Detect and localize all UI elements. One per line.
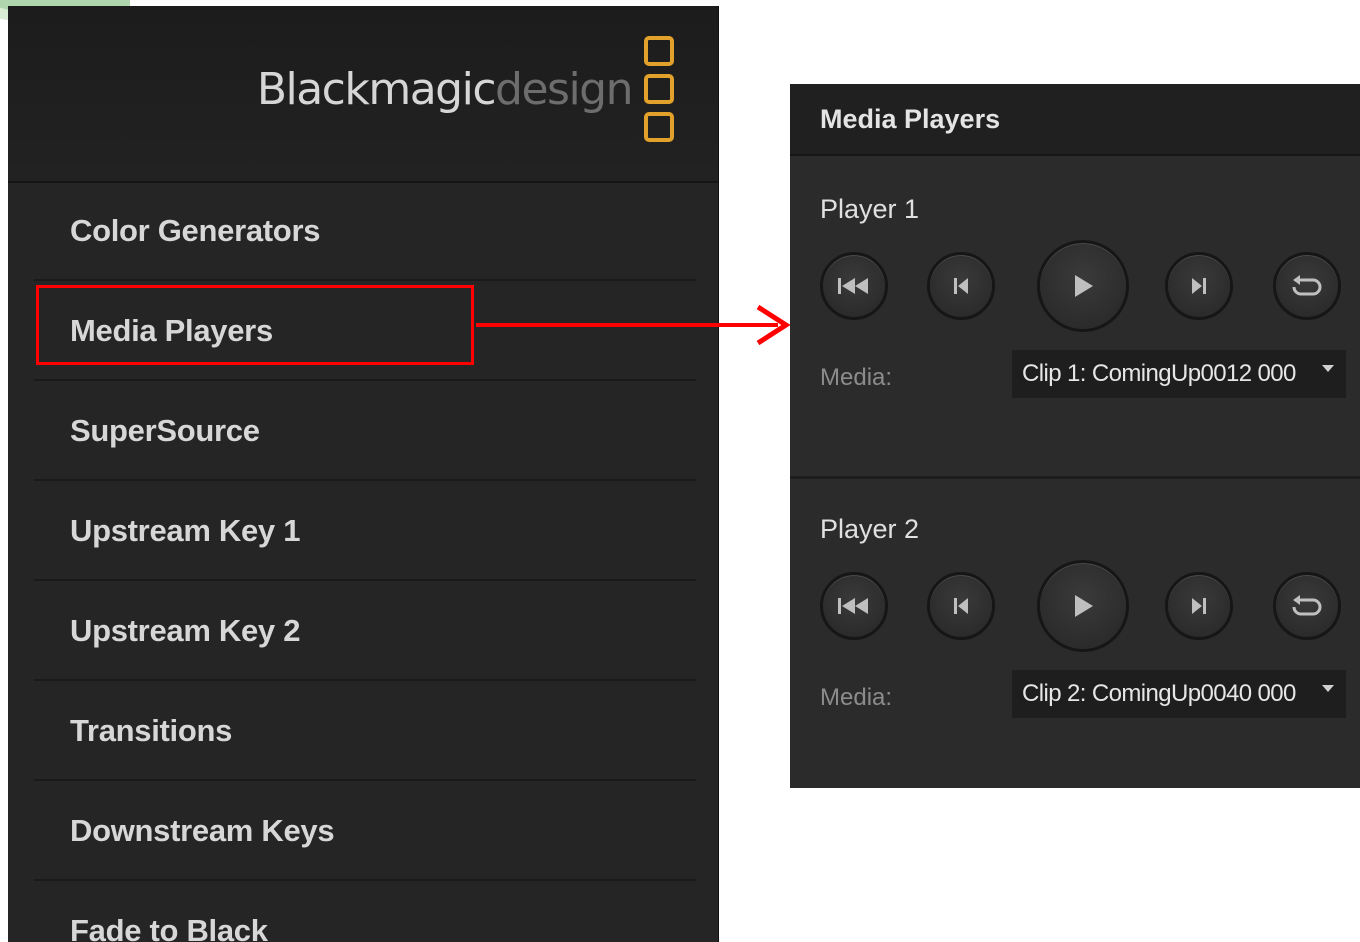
menu-item-upstream-key-2[interactable]: Upstream Key 2 xyxy=(34,581,696,681)
highlight-box xyxy=(36,285,474,365)
menu-item-downstream-keys[interactable]: Downstream Keys xyxy=(34,781,696,881)
menu-item-label: Upstream Key 1 xyxy=(70,513,301,548)
media-dropdown[interactable]: Clip 1: ComingUp0012 000 xyxy=(1012,350,1346,398)
previous-frame-button[interactable] xyxy=(927,252,995,320)
menu-item-label: Fade to Black xyxy=(70,913,268,942)
menu-item-label: Downstream Keys xyxy=(70,813,335,848)
media-selected-value: Clip 2: ComingUp0040 000 xyxy=(1022,680,1296,707)
rewind-button[interactable] xyxy=(820,252,888,320)
brand-logo-icon xyxy=(644,36,674,148)
next-frame-icon xyxy=(1192,598,1206,614)
menu-item-label: Color Generators xyxy=(70,213,321,248)
rewind-icon xyxy=(838,598,868,614)
next-frame-button[interactable] xyxy=(1165,572,1233,640)
play-icon xyxy=(1075,595,1093,617)
player-title: Player 1 xyxy=(820,194,920,224)
loop-button[interactable] xyxy=(1273,252,1341,320)
brand-logo-text: Blackmagicdesign xyxy=(256,64,634,115)
menu-item-color-generators[interactable]: Color Generators xyxy=(34,181,696,281)
previous-frame-icon xyxy=(954,598,968,614)
menu-item-upstream-key-1[interactable]: Upstream Key 1 xyxy=(34,481,696,581)
menu-item-label: Transitions xyxy=(70,713,233,748)
play-button[interactable] xyxy=(1037,560,1129,652)
menu-item-label: Upstream Key 2 xyxy=(70,613,301,648)
rewind-button[interactable] xyxy=(820,572,888,640)
previous-frame-icon xyxy=(954,278,968,294)
menu-item-fade-to-black[interactable]: Fade to Black xyxy=(34,881,696,942)
player-1-section: Player 1 Media: Clip 1: ComingUp0012 000 xyxy=(790,154,1360,474)
loop-icon xyxy=(1292,275,1322,296)
chevron-down-icon xyxy=(1322,685,1334,692)
media-selected-value: Clip 1: ComingUp0012 000 xyxy=(1022,360,1296,387)
media-label: Media: xyxy=(820,684,893,711)
play-icon xyxy=(1075,275,1093,297)
menu-item-supersource[interactable]: SuperSource xyxy=(34,381,696,481)
media-label: Media: xyxy=(820,364,893,391)
previous-frame-button[interactable] xyxy=(927,572,995,640)
chevron-down-icon xyxy=(1322,365,1334,372)
panel-title: Media Players xyxy=(820,104,1001,134)
loop-button[interactable] xyxy=(1273,572,1341,640)
media-dropdown[interactable]: Clip 2: ComingUp0040 000 xyxy=(1012,670,1346,718)
player-2-section: Player 2 Media: Clip 2: ComingUp0040 000 xyxy=(790,474,1360,788)
next-frame-icon xyxy=(1192,278,1206,294)
sidebar-header: Blackmagicdesign xyxy=(8,6,718,183)
sidebar-menu: Blackmagicdesign Color Generators Media … xyxy=(8,6,719,942)
next-frame-button[interactable] xyxy=(1165,252,1233,320)
panel-header: Media Players xyxy=(790,84,1360,156)
media-players-panel: Media Players Player 1 Media: Clip 1: Co… xyxy=(790,84,1360,788)
menu-item-label: SuperSource xyxy=(70,413,260,448)
rewind-icon xyxy=(838,278,868,294)
loop-icon xyxy=(1292,595,1322,616)
play-button[interactable] xyxy=(1037,240,1129,332)
menu-item-transitions[interactable]: Transitions xyxy=(34,681,696,781)
player-title: Player 2 xyxy=(820,514,920,544)
